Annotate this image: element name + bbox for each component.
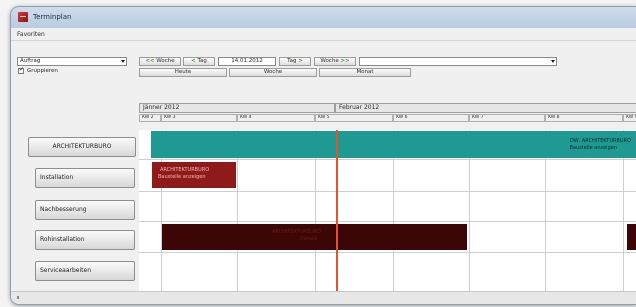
next-week-button[interactable]: Woche >> (314, 57, 356, 66)
appointment-title: ARCHITEKTURBURO (272, 229, 322, 235)
date-field[interactable]: 14.01.2012 (218, 57, 276, 66)
month-view-label: Monat (356, 69, 374, 75)
week-cell: KW 5 (315, 114, 393, 122)
appointment-title: DW, ARCHITEKTURBURO (569, 138, 631, 144)
week-cell: KW 6 (393, 114, 469, 122)
prev-week-button[interactable]: << Woche (139, 57, 181, 66)
week-cell: KW 9 (623, 114, 636, 122)
arrow-right-icon: > (298, 58, 303, 64)
month-view-button[interactable]: Monat (319, 68, 411, 77)
arrow-right-double-icon: >> (340, 58, 350, 64)
date-value: 14.01.2012 (231, 58, 263, 64)
appointment-bar[interactable]: ARCHITEKTURBURO Details (162, 224, 467, 250)
today-label: Heute (174, 69, 192, 75)
menu-favorites[interactable]: Favoriten (17, 31, 45, 38)
appointment-action: Baustelle anzeigen (158, 174, 206, 180)
prev-day-button[interactable]: < Tag (183, 57, 215, 66)
title-bar[interactable]: Terminplan (11, 7, 636, 29)
week-cell: KW 2 (139, 114, 161, 122)
next-day-button[interactable]: Tag > (279, 57, 311, 66)
group-by-select[interactable]: Auftrag (17, 57, 127, 66)
today-button[interactable]: Heute (139, 68, 227, 77)
next-day-label: Tag (287, 58, 297, 64)
gantt-grid: DW, ARCHITEKTURBURO Baustelle anzeigen A… (139, 130, 636, 291)
chevron-down-icon (551, 60, 555, 63)
group-checkbox-label: Gruppieren (27, 68, 58, 74)
view-select[interactable] (359, 57, 557, 66)
row-label-installation[interactable]: Installation (35, 168, 135, 188)
week-view-label: Woche (263, 69, 283, 75)
next-week-label: Woche (320, 58, 339, 64)
application-window: Terminplan Favoriten Auftrag Gruppieren … (10, 6, 636, 305)
scheduler-panel: Auftrag Gruppieren << Woche < Tag 14.01.… (11, 41, 636, 304)
appointment-bar[interactable]: ARCHITEKTURBURO Baustelle anzeigen (152, 162, 236, 188)
week-cell: KW 8 (545, 114, 623, 122)
row-label-serviceaarbeiten[interactable]: Serviceaarbeiten (35, 261, 135, 281)
row-label-nachbesserung[interactable]: Nachbesserung (35, 200, 135, 220)
window-title: Terminplan (33, 13, 72, 21)
grid-line (139, 159, 636, 160)
menu-bar: Favoriten (11, 28, 636, 41)
row-label-architekturburo[interactable]: ARCHITEKTURBURO (28, 137, 136, 157)
chevron-down-icon (121, 60, 125, 63)
appointment-title: ARCHITEKTURBURO (160, 167, 210, 173)
row-label-rohinstallation[interactable]: Rohinstallation (35, 230, 135, 250)
week-cell: KW 3 (161, 114, 237, 122)
month-cell: Jänner 2012 (139, 103, 335, 113)
appointment-bar[interactable] (627, 224, 636, 250)
month-header: Jänner 2012 Februar 2012 (139, 103, 636, 113)
grid-line (139, 252, 636, 253)
week-header: KW 2 KW 3 KW 4 KW 5 KW 6 KW 7 KW 8 KW 9 (139, 114, 636, 122)
calendar-app-icon (18, 12, 28, 22)
arrow-left-double-icon: << (145, 58, 155, 64)
week-cell: KW 7 (469, 114, 545, 122)
appointment-action: Baustelle anzeigen (569, 145, 618, 151)
prev-week-label: Woche (156, 58, 175, 64)
today-marker (336, 130, 338, 291)
appointment-bar[interactable]: DW, ARCHITEKTURBURO Baustelle anzeigen (151, 131, 636, 158)
resize-grip-icon[interactable] (17, 296, 19, 299)
group-by-value: Auftrag (20, 58, 41, 64)
month-cell: Februar 2012 (335, 103, 636, 113)
grid-line (139, 191, 636, 192)
status-bar (11, 291, 636, 304)
appointment-action: Details (300, 236, 318, 242)
week-view-button[interactable]: Woche (229, 68, 317, 77)
arrow-left-icon: < (191, 58, 196, 64)
week-cell: KW 4 (237, 114, 315, 122)
grid-line (139, 221, 636, 222)
group-checkbox[interactable] (18, 66, 24, 74)
prev-day-label: Tag (197, 58, 207, 64)
